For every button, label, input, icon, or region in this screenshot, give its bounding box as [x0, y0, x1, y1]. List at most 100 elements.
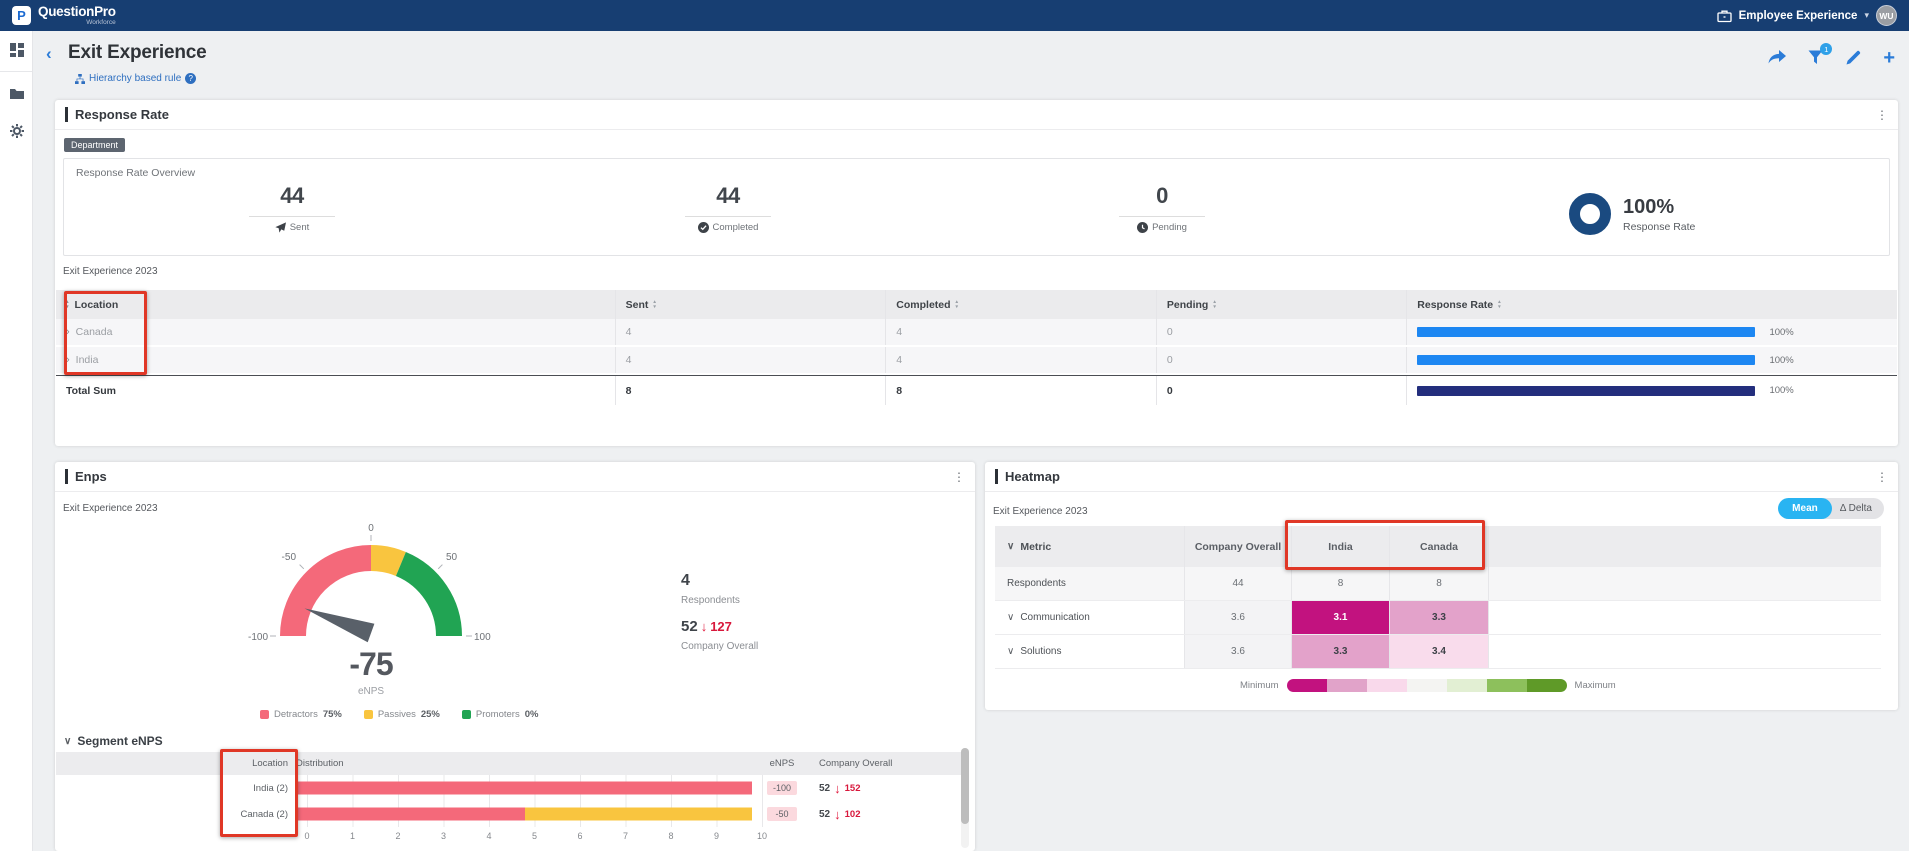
sidebar-item-settings[interactable]	[0, 112, 33, 150]
kebab-menu-icon[interactable]: ⋮	[1876, 108, 1888, 122]
toggle-mean[interactable]: Mean	[1778, 498, 1832, 519]
sort-icon: ▴▾	[956, 300, 959, 310]
detractors-swatch	[260, 710, 269, 719]
scrollbar-thumb[interactable]	[961, 748, 969, 824]
workspace-selector[interactable]: Employee Experience	[1739, 10, 1858, 22]
expand-chevron-icon[interactable]: ›	[66, 326, 70, 338]
sort-icon: ▴▾	[653, 300, 656, 310]
widget-accent-bar	[65, 107, 68, 122]
segment-row-canada[interactable]: Canada (2) -50 52 ↓ 102	[56, 801, 961, 827]
heatmap-header-row: ∨Metric Company Overall India Canada	[995, 526, 1881, 567]
segment-row-label: Canada (2)	[56, 809, 296, 820]
page-title: Exit Experience	[68, 42, 207, 64]
sidebar-item-dashboards[interactable]	[0, 31, 33, 69]
dataset-label: Exit Experience 2023	[63, 503, 158, 514]
questionpro-logo-icon[interactable]: P	[12, 6, 31, 25]
widget-title: Response Rate	[75, 107, 169, 122]
kebab-menu-icon[interactable]: ⋮	[1876, 470, 1888, 484]
segment-enps-toggle[interactable]: ∨ Segment eNPS	[64, 734, 163, 748]
column-company-overall[interactable]: Company Overall	[1185, 526, 1292, 567]
rate-bar	[1417, 327, 1755, 337]
add-button[interactable]: +	[1883, 51, 1895, 65]
heatmap-row-solutions[interactable]: ∨Solutions 3.6 3.3 3.4	[995, 635, 1881, 669]
dataset-label: Exit Experience 2023	[993, 506, 1088, 517]
table-header-row: ▴▾ Location Sent▴▾ Completed▴▾ Pending▴▾…	[56, 290, 1897, 319]
heat-cell: 8	[1390, 567, 1489, 600]
gauge-tick-min: -100	[248, 632, 268, 643]
column-completed[interactable]: Completed▴▾	[886, 290, 1157, 319]
company-overall-delta: 127	[710, 619, 732, 634]
folder-icon	[9, 87, 25, 100]
segment-x-axis: 012345678910	[307, 831, 763, 845]
table-row-india[interactable]: ›India 4 4 0 100%	[56, 347, 1897, 375]
column-india[interactable]: India	[1292, 526, 1390, 567]
column-canada[interactable]: Canada	[1390, 526, 1489, 567]
passives-swatch	[364, 710, 373, 719]
segment-row-india[interactable]: India (2) -100 52 ↓ 152	[56, 775, 961, 801]
segment-header-row: Location Distribution eNPS Company Overa…	[56, 752, 961, 775]
pending-label: Pending	[1152, 222, 1187, 233]
sent-value: 44	[212, 183, 372, 209]
respondents-value: 4	[681, 572, 758, 590]
avatar[interactable]: WU	[1876, 5, 1897, 26]
kebab-menu-icon[interactable]: ⋮	[953, 470, 965, 484]
promoters-label: Promoters	[476, 709, 520, 720]
rate-bar-total	[1417, 386, 1755, 396]
widget-title: Enps	[75, 469, 107, 484]
enps-score-badge: -50	[767, 807, 797, 821]
column-location[interactable]: ▴▾ Location	[56, 290, 616, 319]
mean-delta-toggle: Mean Δ Delta	[1778, 498, 1884, 519]
sidebar-divider	[0, 71, 32, 72]
heatmap-row-respondents: Respondents 44 8 8	[995, 567, 1881, 601]
scrollbar-track[interactable]: ▼	[961, 748, 969, 848]
legend-max-label: Maximum	[1575, 680, 1616, 691]
edit-button[interactable]	[1846, 50, 1861, 65]
sort-icon: ▴▾	[66, 300, 69, 310]
share-button[interactable]	[1768, 50, 1786, 65]
trend-down-icon: ↓	[701, 619, 708, 634]
chevron-down-icon[interactable]: ∨	[1007, 612, 1014, 623]
enps-gauge-chart: -100 -50 0 50 100 -75 eNPS	[240, 518, 510, 698]
response-rate-header: Response Rate ⋮	[55, 100, 1898, 130]
column-pending[interactable]: Pending▴▾	[1157, 290, 1407, 319]
sent-label: Sent	[290, 222, 310, 233]
enps-score-badge: -100	[767, 781, 797, 795]
segment-enps-table: Location Distribution eNPS Company Overa…	[56, 752, 961, 845]
table-row-canada[interactable]: ›Canada 4 4 0 100%	[56, 319, 1897, 347]
distribution-bar-passives	[525, 808, 753, 821]
gauge-tick: 50	[446, 552, 458, 563]
segment-col-distribution: Distribution	[296, 752, 751, 775]
respondents-label: Respondents	[681, 595, 758, 606]
filter-count-badge: 1	[1820, 43, 1832, 55]
gauge-unit: eNPS	[358, 686, 384, 697]
distribution-bar-detractors	[297, 782, 752, 795]
back-chevron-icon[interactable]: ‹	[46, 44, 52, 64]
chevron-down-icon[interactable]: ▾	[1864, 10, 1869, 21]
response-rate-table: ▴▾ Location Sent▴▾ Completed▴▾ Pending▴▾…	[56, 290, 1897, 405]
hierarchy-icon	[75, 74, 85, 84]
briefcase-icon	[1717, 9, 1732, 23]
donut-chart	[1569, 193, 1611, 235]
column-response-rate[interactable]: Response Rate▴▾	[1407, 290, 1897, 319]
segment-col-location: Location	[56, 758, 296, 769]
chevron-down-icon: ∨	[64, 736, 71, 747]
column-metric[interactable]: ∨Metric	[995, 526, 1185, 567]
hierarchy-rule-link[interactable]: Hierarchy based rule ?	[75, 73, 196, 84]
passives-label: Passives	[378, 709, 416, 720]
brand: QuestionPro Workforce	[38, 5, 116, 26]
gradient-scale	[1287, 679, 1567, 692]
chevron-down-icon[interactable]: ∨	[1007, 646, 1014, 657]
sort-icon: ▴▾	[1498, 300, 1501, 310]
sidebar-item-folders[interactable]	[0, 74, 33, 112]
rate-bar	[1417, 355, 1755, 365]
department-filter-chip[interactable]: Department	[64, 138, 125, 152]
sidebar	[0, 31, 33, 851]
help-icon[interactable]: ?	[185, 73, 196, 84]
filter-button[interactable]: 1	[1808, 50, 1824, 65]
promoters-swatch	[462, 710, 471, 719]
heatmap-row-communication[interactable]: ∨Communication 3.6 3.1 3.3	[995, 601, 1881, 635]
expand-chevron-icon[interactable]: ›	[66, 354, 70, 366]
column-sent[interactable]: Sent▴▾	[616, 290, 887, 319]
heat-cell: 3.3	[1390, 601, 1489, 634]
widget-title: Heatmap	[1005, 469, 1060, 484]
